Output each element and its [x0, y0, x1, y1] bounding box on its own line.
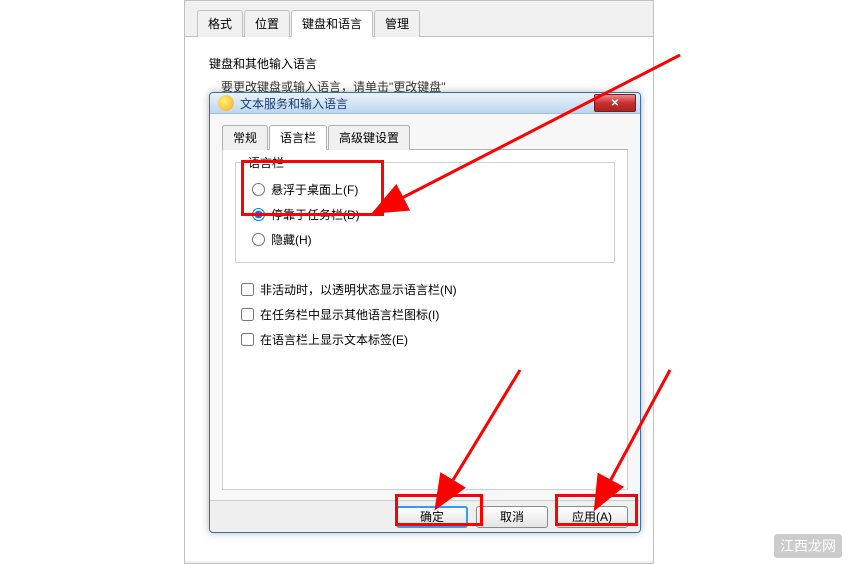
- dialog-body: 常规 语言栏 高级键设置 语言栏 悬浮于桌面上(F) 停靠于任务栏(D) 隐藏(…: [210, 114, 640, 500]
- radio-dock-label: 停靠于任务栏(D): [271, 206, 360, 223]
- tab-langbar-content: 语言栏 悬浮于桌面上(F) 停靠于任务栏(D) 隐藏(H) 非活动时，以透明状态…: [222, 150, 628, 490]
- radio-hidden[interactable]: 隐藏(H): [246, 227, 604, 252]
- dialog-button-row: 确定 取消 应用(A): [210, 500, 640, 532]
- group-title: 语言栏: [244, 154, 288, 171]
- keyboard-heading: 键盘和其他输入语言: [209, 55, 629, 72]
- tab-general[interactable]: 常规: [222, 125, 268, 150]
- cancel-button[interactable]: 取消: [476, 506, 548, 528]
- close-button[interactable]: ✕: [594, 94, 636, 112]
- radio-float-input[interactable]: [252, 183, 265, 196]
- radio-hidden-input[interactable]: [252, 233, 265, 246]
- radio-float-desktop[interactable]: 悬浮于桌面上(F): [246, 177, 604, 202]
- dialog-titlebar[interactable]: 文本服务和输入语言 ✕: [210, 93, 640, 114]
- radio-dock-taskbar[interactable]: 停靠于任务栏(D): [246, 202, 604, 227]
- inner-tabs: 常规 语言栏 高级键设置: [222, 124, 628, 150]
- watermark: 江西龙网: [774, 534, 842, 558]
- radio-dock-input[interactable]: [252, 208, 265, 221]
- tab-language-bar[interactable]: 语言栏: [269, 125, 327, 150]
- dialog-title: 文本服务和输入语言: [240, 95, 594, 112]
- check-transparent-input[interactable]: [241, 283, 254, 296]
- tab-format[interactable]: 格式: [197, 10, 243, 37]
- ok-button[interactable]: 确定: [396, 506, 468, 528]
- check-text-labels-input[interactable]: [241, 333, 254, 346]
- language-bar-group: 语言栏 悬浮于桌面上(F) 停靠于任务栏(D) 隐藏(H): [235, 162, 615, 263]
- outer-tabs: 格式 位置 键盘和语言 管理: [185, 9, 653, 37]
- tab-location[interactable]: 位置: [244, 10, 290, 37]
- balloon-icon: [218, 95, 234, 111]
- radio-float-label: 悬浮于桌面上(F): [271, 181, 358, 198]
- check-text-labels[interactable]: 在语言栏上显示文本标签(E): [235, 327, 615, 352]
- check-extra-icons[interactable]: 在任务栏中显示其他语言栏图标(I): [235, 302, 615, 327]
- apply-button[interactable]: 应用(A): [556, 506, 628, 528]
- text-services-dialog: 文本服务和输入语言 ✕ 常规 语言栏 高级键设置 语言栏 悬浮于桌面上(F) 停…: [209, 92, 641, 533]
- check-transparent-label: 非活动时，以透明状态显示语言栏(N): [260, 281, 457, 298]
- check-extra-icons-label: 在任务栏中显示其他语言栏图标(I): [260, 306, 439, 323]
- tab-keyboard-language[interactable]: 键盘和语言: [291, 10, 373, 37]
- tab-admin[interactable]: 管理: [374, 10, 420, 37]
- radio-hidden-label: 隐藏(H): [271, 231, 312, 248]
- tab-advanced-keys[interactable]: 高级键设置: [328, 125, 410, 150]
- check-extra-icons-input[interactable]: [241, 308, 254, 321]
- check-text-labels-label: 在语言栏上显示文本标签(E): [260, 331, 408, 348]
- close-icon: ✕: [611, 98, 619, 109]
- check-transparent[interactable]: 非活动时，以透明状态显示语言栏(N): [235, 277, 615, 302]
